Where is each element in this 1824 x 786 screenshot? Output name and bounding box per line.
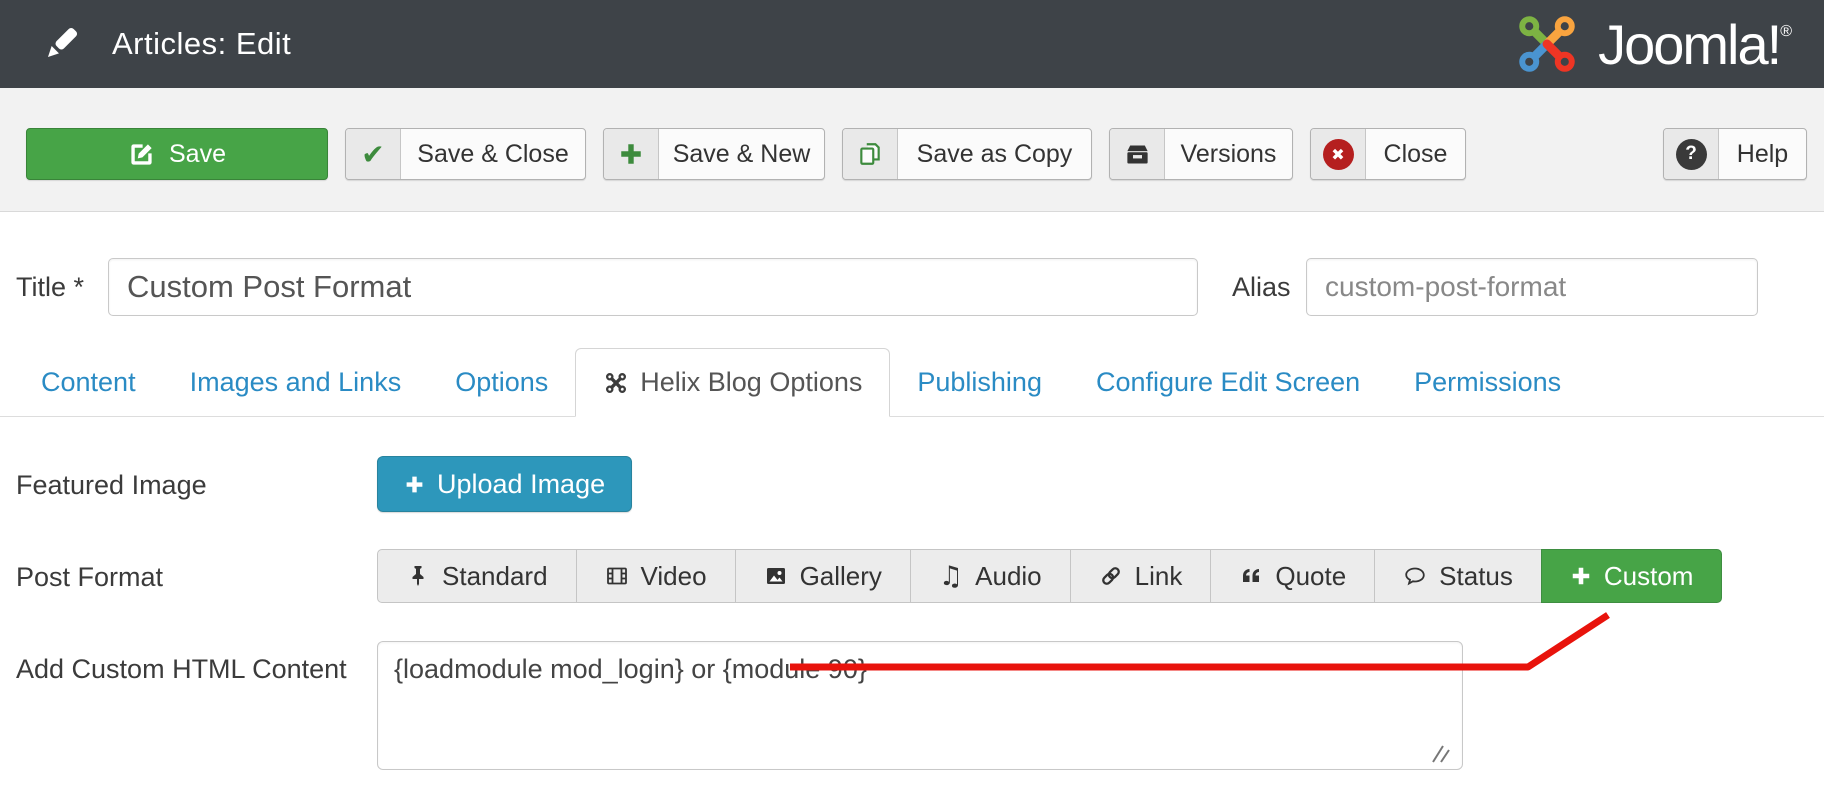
save-as-copy-button[interactable]: Save as Copy — [842, 128, 1092, 180]
post-format-group: Standard Video Gallery ♫ Audio — [377, 549, 1722, 603]
pushpin-icon — [406, 564, 430, 588]
joomla-article-edit-page: Articles: Edit Joomla!® Save — [0, 0, 1824, 786]
post-format-standard[interactable]: Standard — [377, 549, 577, 603]
edit-pencil-icon — [38, 21, 84, 67]
joomla-logo-icon — [1510, 7, 1584, 81]
speech-bubble-icon — [1403, 564, 1427, 588]
tab-content[interactable]: Content — [14, 348, 163, 416]
check-icon: ✔ — [346, 129, 401, 179]
close-circle-icon: ✖ — [1311, 129, 1366, 179]
post-format-custom[interactable]: Custom — [1541, 549, 1723, 603]
toolbar: Save ✔ Save & Close Save & New — [0, 88, 1824, 212]
post-format-gallery[interactable]: Gallery — [735, 549, 911, 603]
help-button[interactable]: ? Help — [1663, 128, 1807, 180]
plus-icon — [604, 129, 659, 179]
joomla-wordmark: Joomla!® — [1598, 12, 1790, 77]
film-icon — [605, 564, 629, 588]
versions-button[interactable]: Versions — [1109, 128, 1293, 180]
tab-options[interactable]: Options — [428, 348, 575, 416]
archive-icon — [1110, 129, 1165, 179]
plus-icon — [404, 474, 425, 495]
post-format-link[interactable]: Link — [1070, 549, 1212, 603]
edit-tabs: Content Images and Links Options Helix B… — [0, 348, 1824, 417]
quote-icon — [1239, 564, 1263, 588]
tab-configure-edit-screen[interactable]: Configure Edit Screen — [1069, 348, 1387, 416]
title-label: Title * — [16, 272, 84, 303]
post-format-video[interactable]: Video — [576, 549, 736, 603]
post-format-label: Post Format — [16, 562, 163, 593]
joomla-knot-icon — [603, 370, 629, 396]
post-format-quote[interactable]: Quote — [1210, 549, 1375, 603]
close-button[interactable]: ✖ Close — [1310, 128, 1466, 180]
custom-html-textarea[interactable]: {loadmodule mod_login} or {module 90} — [377, 641, 1463, 770]
upload-image-button[interactable]: Upload Image — [377, 456, 632, 512]
post-format-audio[interactable]: ♫ Audio — [910, 549, 1071, 603]
music-note-icon: ♫ — [939, 563, 963, 590]
picture-icon — [764, 564, 788, 588]
admin-header: Articles: Edit Joomla!® — [0, 0, 1824, 88]
toolbar-buttons: Save ✔ Save & Close Save & New — [26, 128, 1807, 180]
featured-image-label: Featured Image — [16, 470, 207, 501]
save-label: Save — [169, 140, 226, 169]
tab-publishing[interactable]: Publishing — [890, 348, 1069, 416]
page-title: Articles: Edit — [112, 26, 291, 62]
textarea-resize-handle[interactable] — [1425, 744, 1451, 764]
joomla-logo: Joomla!® — [1510, 0, 1790, 88]
alias-input[interactable] — [1306, 258, 1758, 316]
tab-helix-blog-options[interactable]: Helix Blog Options — [575, 348, 890, 417]
registered-mark: ® — [1780, 23, 1790, 40]
chain-link-icon — [1099, 564, 1123, 588]
plus-icon — [1570, 565, 1592, 587]
save-and-new-button[interactable]: Save & New — [603, 128, 825, 180]
post-format-status[interactable]: Status — [1374, 549, 1542, 603]
save-button[interactable]: Save — [26, 128, 328, 180]
tab-permissions[interactable]: Permissions — [1387, 348, 1588, 416]
tab-images-and-links[interactable]: Images and Links — [163, 348, 429, 416]
copy-pages-icon — [843, 129, 898, 179]
title-input[interactable] — [108, 258, 1198, 316]
custom-html-label: Add Custom HTML Content — [16, 654, 347, 685]
alias-label: Alias — [1232, 272, 1291, 303]
question-circle-icon: ? — [1664, 129, 1719, 179]
pencil-square-icon — [128, 141, 155, 168]
save-and-close-button[interactable]: ✔ Save & Close — [345, 128, 586, 180]
